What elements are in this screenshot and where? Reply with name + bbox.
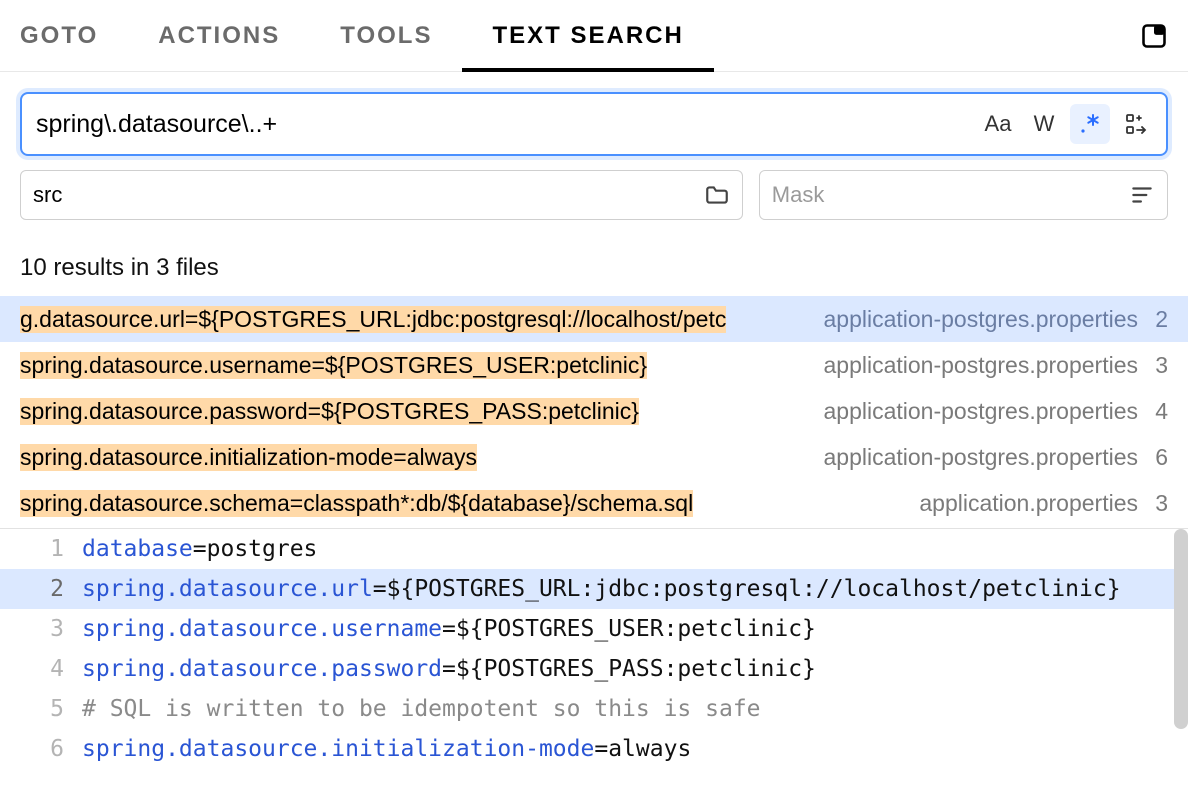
code-content: spring.datasource.password=${POSTGRES_PA… xyxy=(82,656,816,682)
top-tabbar: GOTO ACTIONS TOOLS TEXT SEARCH xyxy=(0,0,1188,72)
result-location: application-postgres.properties 2 xyxy=(811,306,1168,333)
result-location: application-postgres.properties 6 xyxy=(811,444,1168,471)
result-line-number: 3 xyxy=(1152,352,1168,379)
result-match-text: spring.datasource.schema=classpath*:db/$… xyxy=(20,490,693,517)
line-number: 3 xyxy=(0,616,82,642)
result-location: application-postgres.properties 3 xyxy=(811,352,1168,379)
tab-actions[interactable]: ACTIONS xyxy=(128,0,310,71)
line-number: 4 xyxy=(0,656,82,682)
code-content: # SQL is written to be idempotent so thi… xyxy=(82,696,761,722)
search-field-container: Aa W xyxy=(20,92,1168,156)
line-number: 6 xyxy=(0,736,82,762)
results-list: g.datasource.url=${POSTGRES_URL:jdbc:pos… xyxy=(0,296,1188,526)
regex-toggle[interactable] xyxy=(1070,104,1110,144)
search-options-toggle[interactable] xyxy=(1116,104,1156,144)
line-number: 2 xyxy=(0,576,82,602)
result-file: application-postgres.properties xyxy=(823,398,1138,425)
result-file: application-postgres.properties xyxy=(823,306,1138,333)
tab-goto[interactable]: GOTO xyxy=(20,0,128,71)
open-in-window-icon[interactable] xyxy=(1140,22,1168,50)
results-summary: 10 results in 3 files xyxy=(0,220,1188,296)
result-line-number: 3 xyxy=(1152,490,1168,517)
search-input[interactable] xyxy=(36,110,978,139)
result-match-text: g.datasource.url=${POSTGRES_URL:jdbc:pos… xyxy=(20,306,726,333)
match-case-toggle[interactable]: Aa xyxy=(978,104,1018,144)
tab-text-search[interactable]: TEXT SEARCH xyxy=(462,0,713,71)
line-number: 1 xyxy=(0,536,82,562)
result-row[interactable]: spring.datasource.username=${POSTGRES_US… xyxy=(0,342,1188,388)
scope-field-container xyxy=(20,170,743,220)
result-line-number: 6 xyxy=(1152,444,1168,471)
code-line[interactable]: 5# SQL is written to be idempotent so th… xyxy=(0,689,1188,729)
result-match-text: spring.datasource.username=${POSTGRES_US… xyxy=(20,352,647,379)
result-line-number: 2 xyxy=(1152,306,1168,333)
result-row[interactable]: spring.datasource.password=${POSTGRES_PA… xyxy=(0,388,1188,434)
tab-tools[interactable]: TOOLS xyxy=(310,0,462,71)
result-match-text: spring.datasource.password=${POSTGRES_PA… xyxy=(20,398,639,425)
result-match-text: spring.datasource.initialization-mode=al… xyxy=(20,444,477,471)
code-content: spring.datasource.initialization-mode=al… xyxy=(82,736,691,762)
preview-scrollbar[interactable] xyxy=(1174,529,1188,729)
result-line-number: 4 xyxy=(1152,398,1168,425)
result-row[interactable]: g.datasource.url=${POSTGRES_URL:jdbc:pos… xyxy=(0,296,1188,342)
code-content: spring.datasource.url=${POSTGRES_URL:jdb… xyxy=(82,576,1121,602)
result-location: application.properties 3 xyxy=(907,490,1168,517)
code-preview: 1database=postgres2spring.datasource.url… xyxy=(0,528,1188,769)
result-row[interactable]: spring.datasource.schema=classpath*:db/$… xyxy=(0,480,1188,526)
code-content: database=postgres xyxy=(82,536,317,562)
line-number: 5 xyxy=(0,696,82,722)
code-line[interactable]: 1database=postgres xyxy=(0,529,1188,569)
result-file: application-postgres.properties xyxy=(823,444,1138,471)
result-location: application-postgres.properties 4 xyxy=(811,398,1168,425)
code-line[interactable]: 2spring.datasource.url=${POSTGRES_URL:jd… xyxy=(0,569,1188,609)
mask-field-container xyxy=(759,170,1168,220)
result-row[interactable]: spring.datasource.initialization-mode=al… xyxy=(0,434,1188,480)
scope-input[interactable] xyxy=(33,182,704,208)
code-line[interactable]: 3spring.datasource.username=${POSTGRES_U… xyxy=(0,609,1188,649)
code-content: spring.datasource.username=${POSTGRES_US… xyxy=(82,616,816,642)
folder-icon[interactable] xyxy=(704,182,730,208)
match-word-toggle[interactable]: W xyxy=(1024,104,1064,144)
code-line[interactable]: 4spring.datasource.password=${POSTGRES_P… xyxy=(0,649,1188,689)
result-file: application-postgres.properties xyxy=(823,352,1138,379)
code-line[interactable]: 6spring.datasource.initialization-mode=a… xyxy=(0,729,1188,769)
mask-input[interactable] xyxy=(772,182,1129,208)
result-file: application.properties xyxy=(919,490,1138,517)
filter-icon[interactable] xyxy=(1129,182,1155,208)
